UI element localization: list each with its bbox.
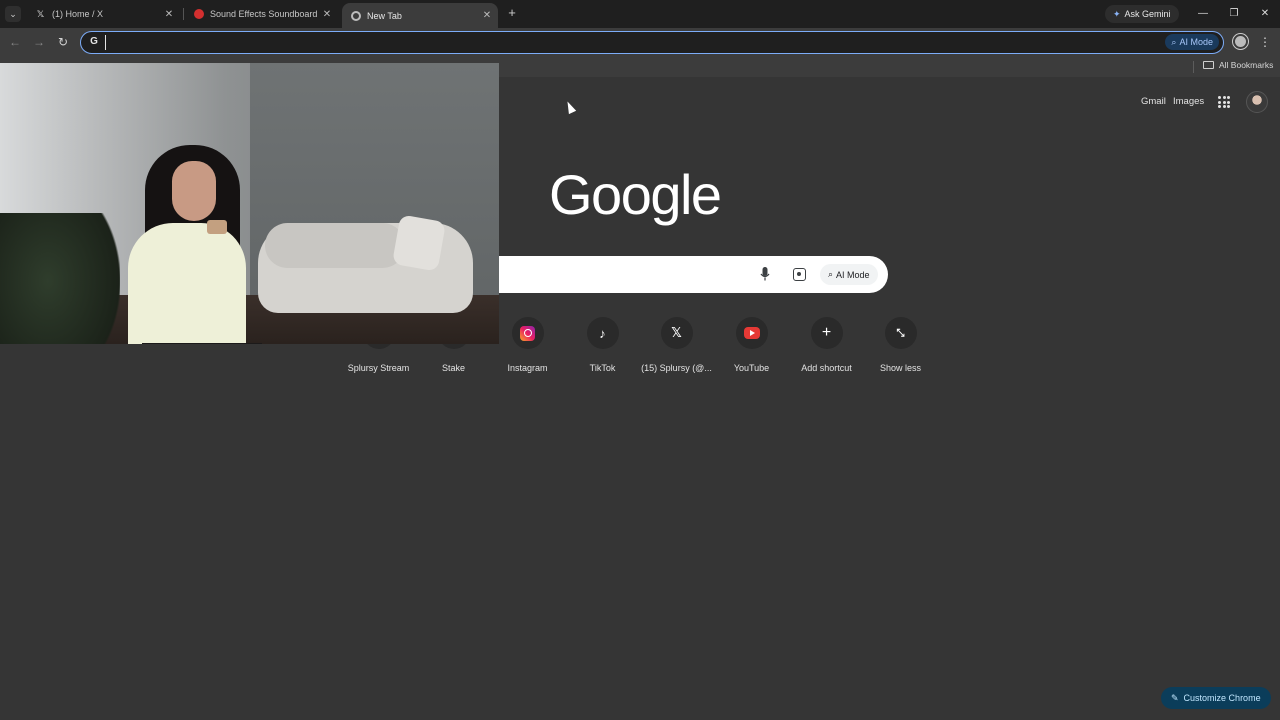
webcam-overlay	[0, 63, 499, 344]
tab-title: (1) Home / X	[52, 9, 104, 19]
webcam-pillow	[392, 214, 446, 272]
chevron-down-icon: ⌄	[9, 8, 17, 19]
collapse-icon: ⤡	[884, 317, 917, 349]
new-tab-button[interactable]: +	[505, 6, 519, 20]
tab-new-tab[interactable]: New Tab ✕	[342, 3, 498, 28]
customize-chrome-button[interactable]: ✎ Customize Chrome	[1161, 687, 1271, 709]
shortcut-label: Splursy Stream	[347, 363, 410, 373]
reload-button[interactable]: ↻	[55, 34, 71, 50]
shortcut-splursy-x[interactable]: 𝕏 (15) Splursy (@...	[639, 313, 714, 373]
close-window-button[interactable]: ✕	[1257, 6, 1273, 22]
account-avatar[interactable]	[1246, 91, 1268, 113]
tab-strip: ⌄ 𝕏 (1) Home / X ✕ Sound Effects Soundbo…	[0, 0, 1280, 28]
shortcut-label: YouTube	[733, 363, 770, 373]
youtube-icon	[743, 327, 760, 339]
tab-divider	[183, 8, 184, 20]
omnibox[interactable]: G ⌕ AI Mode	[80, 31, 1224, 54]
omnibox-ai-mode-button[interactable]: ⌕ AI Mode	[1165, 34, 1219, 50]
chrome-icon	[350, 10, 361, 21]
shortcut-instagram[interactable]: Instagram	[490, 313, 565, 373]
google-lens-icon[interactable]	[793, 268, 806, 281]
shortcut-label: Stake	[441, 363, 465, 373]
ask-gemini-button[interactable]: ✦ Ask Gemini	[1105, 5, 1179, 23]
shortcut-label: Add shortcut	[801, 363, 852, 373]
instagram-icon-wrap	[511, 317, 544, 349]
shortcut-label: Show less	[879, 363, 922, 373]
instagram-icon	[520, 325, 535, 341]
shortcut-show-less[interactable]: ⤡ Show less	[863, 313, 938, 373]
tab-title: New Tab	[367, 10, 402, 21]
soundboard-favicon-icon	[193, 9, 204, 20]
google-logo: Google	[549, 163, 722, 226]
webcam-person-legs	[142, 343, 262, 344]
shortcut-label: Instagram	[507, 363, 548, 373]
youtube-icon-wrap	[735, 317, 768, 349]
tiktok-icon: ♪	[586, 317, 619, 349]
restore-button[interactable]: ❐	[1226, 6, 1242, 22]
webcam-plant	[0, 213, 120, 344]
tab-x-home[interactable]: 𝕏 (1) Home / X ✕	[27, 3, 180, 25]
ask-gemini-label: Ask Gemini	[1124, 9, 1171, 19]
gemini-sparkle-icon: ✦	[1113, 8, 1121, 19]
shortcut-add[interactable]: + Add shortcut	[789, 313, 864, 373]
shortcut-label: (15) Splursy (@...	[641, 363, 712, 373]
tab-soundboard[interactable]: Sound Effects Soundboard - Ca ✕	[185, 3, 338, 25]
shortcut-youtube[interactable]: YouTube	[714, 313, 789, 373]
ai-search-icon: ⌕	[828, 269, 834, 279]
x-logo-icon: 𝕏	[660, 317, 693, 349]
back-button[interactable]: ←	[7, 34, 23, 50]
shortcut-label: TikTok	[589, 363, 616, 373]
minimize-button[interactable]: —	[1195, 6, 1211, 22]
google-g-icon: G	[90, 36, 98, 47]
all-bookmarks-button[interactable]: All Bookmarks	[1203, 60, 1273, 70]
webcam-person-body	[128, 223, 246, 344]
pencil-icon: ✎	[1171, 692, 1179, 703]
close-icon[interactable]: ✕	[480, 10, 494, 21]
ai-mode-label: AI Mode	[1179, 37, 1213, 47]
plus-icon: +	[810, 317, 843, 349]
ai-mode-label: AI Mode	[836, 269, 870, 280]
webcam-sofa-back	[265, 223, 405, 268]
folder-icon	[1203, 61, 1214, 69]
mouse-cursor-icon	[563, 99, 577, 115]
all-bookmarks-label: All Bookmarks	[1219, 60, 1274, 70]
tab-search-button[interactable]: ⌄	[5, 6, 21, 22]
webcam-person-face	[172, 161, 216, 221]
address-input[interactable]	[105, 35, 1155, 50]
kebab-menu-icon[interactable]: ⋮	[1258, 34, 1272, 50]
ai-search-icon: ⌕	[1171, 36, 1177, 47]
bookmarks-divider	[1193, 61, 1194, 73]
microphone-icon[interactable]	[760, 267, 770, 282]
shortcut-tiktok[interactable]: ♪ TikTok	[565, 313, 640, 373]
google-apps-icon[interactable]	[1218, 96, 1230, 108]
forward-button[interactable]: →	[31, 34, 47, 50]
profile-avatar-button[interactable]	[1233, 34, 1248, 49]
toolbar: ← → ↻ G ⌕ AI Mode ⋮	[0, 28, 1280, 57]
customize-chrome-label: Customize Chrome	[1183, 693, 1261, 703]
search-ai-mode-button[interactable]: ⌕ AI Mode	[820, 264, 878, 285]
images-link[interactable]: Images	[1173, 96, 1204, 107]
close-icon[interactable]: ✕	[320, 9, 334, 20]
webcam-phone	[207, 220, 227, 234]
x-logo-icon: 𝕏	[36, 8, 45, 19]
close-icon[interactable]: ✕	[162, 9, 176, 20]
tab-title: Sound Effects Soundboard - Ca	[210, 9, 320, 19]
gmail-link[interactable]: Gmail	[1141, 96, 1166, 107]
